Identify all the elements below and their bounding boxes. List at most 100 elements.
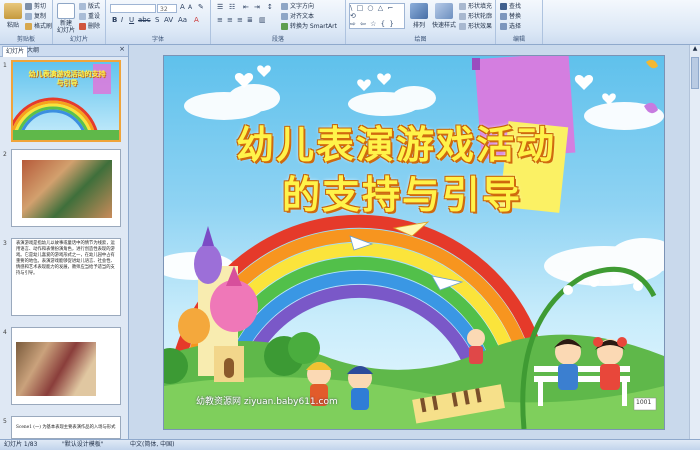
- new-slide-button[interactable]: 新建 幻灯片: [55, 3, 77, 34]
- thumb-photo: [22, 160, 112, 218]
- slide-canvas[interactable]: 幼儿表演游戏活动 的支持与引导 幼教资源网 ziyuan.baby611.com…: [163, 55, 665, 430]
- text-direction-icon: [281, 3, 288, 10]
- justify-icon[interactable]: ≣: [247, 16, 253, 24]
- italic-icon[interactable]: I: [121, 16, 123, 24]
- reset-button[interactable]: 重设: [79, 12, 100, 21]
- slide-number: 2: [3, 151, 7, 158]
- font-size-input[interactable]: 32: [157, 4, 177, 13]
- paint-bucket-icon: [459, 3, 466, 10]
- layout-icon: [79, 3, 86, 10]
- shrink-font-icon[interactable]: A: [188, 4, 192, 11]
- replace-button[interactable]: 替换: [500, 12, 521, 21]
- shape-effects-button[interactable]: 形状效果: [459, 22, 492, 31]
- bench-sign: 1001: [636, 399, 652, 406]
- slides-label: 幻灯片: [69, 36, 88, 43]
- font-name-input[interactable]: [110, 4, 156, 13]
- slide-thumbnail-1[interactable]: 幼儿表演游戏活动的支持与引导: [11, 60, 121, 142]
- grow-font-icon[interactable]: A: [180, 3, 185, 11]
- editing-group: 查找 替换 选择 编辑: [496, 0, 543, 44]
- smartart-icon: [281, 23, 288, 30]
- shape-line-icon: \ □ ○ △ ⌐ ⟲: [350, 4, 395, 20]
- slide-number: 1: [3, 62, 7, 69]
- pen-icon: [459, 13, 466, 20]
- thumb-text: 表演游戏是指幼儿以故事或童话中的情节为线索，运用语言、动作和表情扮演角色，进行创…: [16, 241, 115, 276]
- bold-icon[interactable]: B: [112, 16, 117, 24]
- clipboard-label: 剪贴板: [16, 36, 35, 43]
- scroll-thumb[interactable]: [691, 57, 699, 89]
- align-right-icon[interactable]: ≡: [237, 16, 243, 24]
- line-spacing-icon[interactable]: ↕: [267, 3, 273, 11]
- cut-button[interactable]: 剪切: [25, 2, 46, 11]
- slide-title-line-1[interactable]: 幼儿表演游戏活动: [236, 114, 556, 169]
- thumb-title: 幼儿表演游戏活动的支持与引导: [28, 70, 106, 87]
- columns-icon[interactable]: ▥: [259, 16, 266, 24]
- font-color-icon[interactable]: A: [194, 16, 199, 24]
- drawing-group: \ □ ○ △ ⌐ ⟲ ⇨ ⇦ ☆ { } ⌒ ⌓ ◇ ⬠ ∿ ⟆ ⊃ 排列 快…: [346, 0, 496, 44]
- align-center-icon[interactable]: ≡: [227, 16, 233, 24]
- slide-number: 5: [3, 418, 7, 425]
- shape-fill-button[interactable]: 形状填充: [459, 2, 492, 11]
- cursor-icon: [500, 23, 507, 30]
- smartart-button[interactable]: 转换为 SmartArt: [281, 22, 337, 31]
- drawing-label: 绘图: [414, 36, 427, 43]
- shape-outline-button[interactable]: 形状轮廓: [459, 12, 492, 21]
- align-text-button[interactable]: 对齐文本: [281, 12, 314, 21]
- spacing-icon[interactable]: AV: [164, 16, 173, 24]
- status-bar: 幻灯片 1/83 "默认设计模板" 中文(简体, 中国): [0, 439, 700, 450]
- slide-thumbnail-2[interactable]: [11, 149, 121, 227]
- paragraph-group: ☰ ☷ ⇤ ⇥ ↕ ≡ ≡ ≡ ≣ ▥ 文字方向 对齐文本 转换为 SmartA…: [211, 0, 346, 44]
- underline-icon[interactable]: U: [129, 16, 134, 24]
- case-icon[interactable]: Aa: [178, 16, 187, 24]
- clipboard-group: 粘贴 剪切 复制 格式刷 剪贴板: [0, 0, 53, 44]
- paragraph-label: 段落: [271, 36, 284, 43]
- slides-panel: 幻灯片 大纲 × 1 幼儿表演游戏活动的支持与引导 2 3 表演游戏是指幼儿以故…: [0, 45, 129, 439]
- editing-label: 编辑: [512, 36, 525, 43]
- shapes-gallery[interactable]: \ □ ○ △ ⌐ ⟲ ⇨ ⇦ ☆ { } ⌒ ⌓ ◇ ⬠ ∿ ⟆ ⊃: [349, 3, 405, 29]
- thumb-text: Scene1 (一) 为基本表现主要表演作品的入场与形式: [16, 425, 116, 430]
- slide-number: 3: [3, 240, 7, 247]
- watermark-text: 幼教资源网 ziyuan.baby611.com: [196, 397, 338, 407]
- format-painter-button[interactable]: 格式刷: [25, 22, 52, 31]
- slides-group: 新建 幻灯片 版式 重设 删除 幻灯片: [53, 0, 106, 44]
- paste-icon: [4, 3, 22, 19]
- slide-thumbnail-4[interactable]: [11, 327, 121, 405]
- binoculars-icon: [500, 3, 507, 10]
- delete-icon: [79, 23, 86, 30]
- scroll-up-icon[interactable]: ▲: [690, 45, 700, 55]
- increase-indent-icon[interactable]: ⇥: [254, 3, 260, 11]
- layout-button[interactable]: 版式: [79, 2, 100, 11]
- quick-styles-icon: [435, 3, 453, 19]
- effects-icon: [459, 23, 466, 30]
- vertical-scrollbar[interactable]: ▲: [689, 45, 700, 439]
- select-button[interactable]: 选择: [500, 22, 521, 31]
- thumb-photo: [16, 342, 96, 396]
- slide-thumbnail-5[interactable]: Scene1 (一) 为基本表现主要表演作品的入场与形式: [11, 416, 121, 439]
- paste-button[interactable]: 粘贴: [2, 3, 24, 29]
- bullets-icon[interactable]: ☰: [217, 3, 223, 11]
- arrange-button[interactable]: 排列: [408, 3, 430, 29]
- copy-button[interactable]: 复制: [25, 12, 46, 21]
- scissors-icon: [25, 3, 32, 10]
- close-icon[interactable]: ×: [119, 45, 125, 53]
- copy-icon: [25, 13, 32, 20]
- strikethrough-icon[interactable]: abc: [138, 16, 151, 24]
- find-button[interactable]: 查找: [500, 2, 521, 11]
- decrease-indent-icon[interactable]: ⇤: [243, 3, 249, 11]
- shadow-icon[interactable]: S: [155, 16, 159, 24]
- numbering-icon[interactable]: ☷: [229, 3, 235, 11]
- slide-number: 4: [3, 329, 7, 336]
- slide-title-line-2[interactable]: 的支持与引导: [282, 164, 522, 219]
- font-label: 字体: [151, 36, 164, 43]
- clear-format-icon[interactable]: ✎: [198, 3, 204, 11]
- quick-styles-button[interactable]: 快速样式: [430, 3, 458, 29]
- align-text-icon: [281, 13, 288, 20]
- new-slide-icon: [57, 3, 75, 19]
- replace-icon: [500, 13, 507, 20]
- shape-arrow-icon: ⇨ ⇦ ☆ { } ⌒: [350, 20, 395, 28]
- align-left-icon[interactable]: ≡: [217, 16, 223, 24]
- delete-button[interactable]: 删除: [79, 22, 100, 31]
- panel-tabs: 幻灯片 大纲 ×: [0, 45, 128, 57]
- slide-thumbnail-3[interactable]: 表演游戏是指幼儿以故事或童话中的情节为线索，运用语言、动作和表情扮演角色，进行创…: [11, 238, 121, 316]
- text-direction-button[interactable]: 文字方向: [281, 2, 314, 11]
- tab-outline[interactable]: 大纲: [24, 46, 42, 56]
